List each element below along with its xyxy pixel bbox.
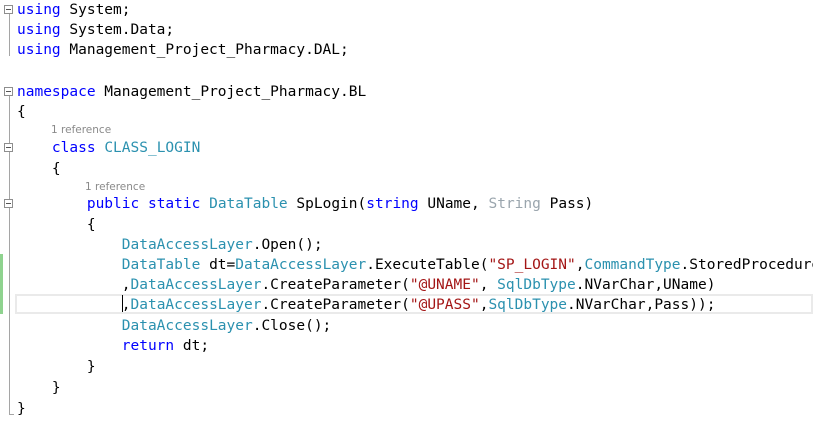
code-token: dt; (174, 338, 210, 354)
code-line[interactable]: class CLASS_LOGIN (17, 138, 813, 158)
code-token: DataAccessLayer (121, 237, 253, 253)
code-token: .NVarChar,UName) (575, 277, 716, 293)
code-line[interactable]: } (17, 399, 813, 419)
collapse-usings-toggle[interactable] (4, 5, 13, 14)
code-token: using (17, 22, 61, 38)
code-token: using (17, 2, 61, 18)
code-token: { (17, 217, 96, 233)
code-token: } (17, 401, 26, 417)
codelens-method-references[interactable]: 1 reference (85, 180, 145, 194)
code-token: , (121, 297, 131, 313)
code-line[interactable]: using Management_Project_Pharmacy.DAL; (17, 40, 813, 60)
code-token: DataAccessLayer (130, 297, 262, 313)
code-token: SqlDbType (488, 297, 568, 313)
code-token: "SP_LOGIN" (488, 257, 576, 273)
code-line[interactable]: { (17, 102, 813, 122)
code-line[interactable]: using System.Data; (17, 20, 813, 40)
code-token: String (488, 196, 541, 212)
code-token: Management_Project_Pharmacy.DAL; (60, 42, 349, 58)
code-editor[interactable]: 1 reference 1 reference using System; usi… (0, 0, 813, 429)
code-token: dt= (200, 257, 236, 273)
code-line[interactable] (17, 61, 813, 81)
code-token: static (147, 196, 201, 212)
outline-guide-usings (9, 13, 10, 56)
code-line[interactable]: DataAccessLayer.Open(); (17, 235, 813, 255)
code-token: CLASS_LOGIN (104, 140, 201, 156)
code-token: SpLogin( (287, 196, 367, 212)
code-token: } (17, 380, 61, 396)
code-token: DataAccessLayer (235, 257, 367, 273)
code-line[interactable]: { (17, 215, 813, 235)
code-token: DataAccessLayer (121, 318, 253, 334)
code-line[interactable]: { (17, 159, 813, 179)
code-line[interactable]: DataTable dt=DataAccessLayer.ExecuteTabl… (17, 255, 813, 275)
change-indicator-bar (0, 254, 3, 314)
code-token: { (17, 161, 61, 177)
outline-guide-namespace-end (9, 414, 14, 415)
code-line[interactable]: using System; (17, 0, 813, 20)
code-token: using (17, 42, 61, 58)
code-token: System; (60, 2, 131, 18)
collapse-class-toggle[interactable] (4, 143, 13, 152)
code-token: DataTable (209, 196, 288, 212)
code-token: Management_Project_Pharmacy.BL (95, 84, 367, 100)
code-token: .CreateParameter( (261, 277, 410, 293)
code-line[interactable]: } (17, 378, 813, 398)
code-token: .CreateParameter( (261, 297, 410, 313)
collapse-method-toggle[interactable] (4, 199, 13, 208)
code-token: , (17, 277, 131, 293)
code-token: CommandType (584, 257, 681, 273)
code-line[interactable]: ,DataAccessLayer.CreateParameter("@UPASS… (17, 295, 813, 315)
code-token: .StoredProcedure (680, 257, 813, 273)
code-token: UName, (418, 196, 489, 212)
collapse-namespace-toggle[interactable] (4, 87, 13, 96)
code-token: } (17, 359, 96, 375)
code-line[interactable]: } (17, 357, 813, 377)
code-line[interactable]: namespace Management_Project_Pharmacy.BL (17, 82, 813, 102)
code-token: , (479, 277, 498, 293)
code-token: System.Data; (60, 22, 175, 38)
code-token: public (86, 196, 140, 212)
code-token: SqlDbType (497, 277, 576, 293)
code-token: DataAccessLayer (130, 277, 262, 293)
code-line[interactable]: return dt; (17, 336, 813, 356)
code-line[interactable]: ,DataAccessLayer.CreateParameter("@UNAME… (17, 275, 813, 295)
code-token: namespace (17, 84, 96, 100)
code-token: "@UNAME" (409, 277, 480, 293)
code-token: .NVarChar,Pass)); (567, 297, 716, 313)
code-token: { (17, 104, 26, 120)
code-line[interactable]: DataAccessLayer.Close(); (17, 316, 813, 336)
code-token: DataTable (121, 257, 201, 273)
code-token: .Open(); (252, 237, 323, 253)
codelens-class-references[interactable]: 1 reference (51, 123, 111, 137)
code-line[interactable]: public static DataTable SpLogin(string U… (17, 194, 813, 214)
code-token: .Close(); (252, 318, 332, 334)
code-token: Pass) (540, 196, 594, 212)
code-token: return (121, 338, 175, 354)
code-token: .ExecuteTable( (366, 257, 489, 273)
code-token: string (366, 196, 419, 212)
code-token: class (51, 140, 96, 156)
code-token: "@UPASS" (409, 297, 480, 313)
